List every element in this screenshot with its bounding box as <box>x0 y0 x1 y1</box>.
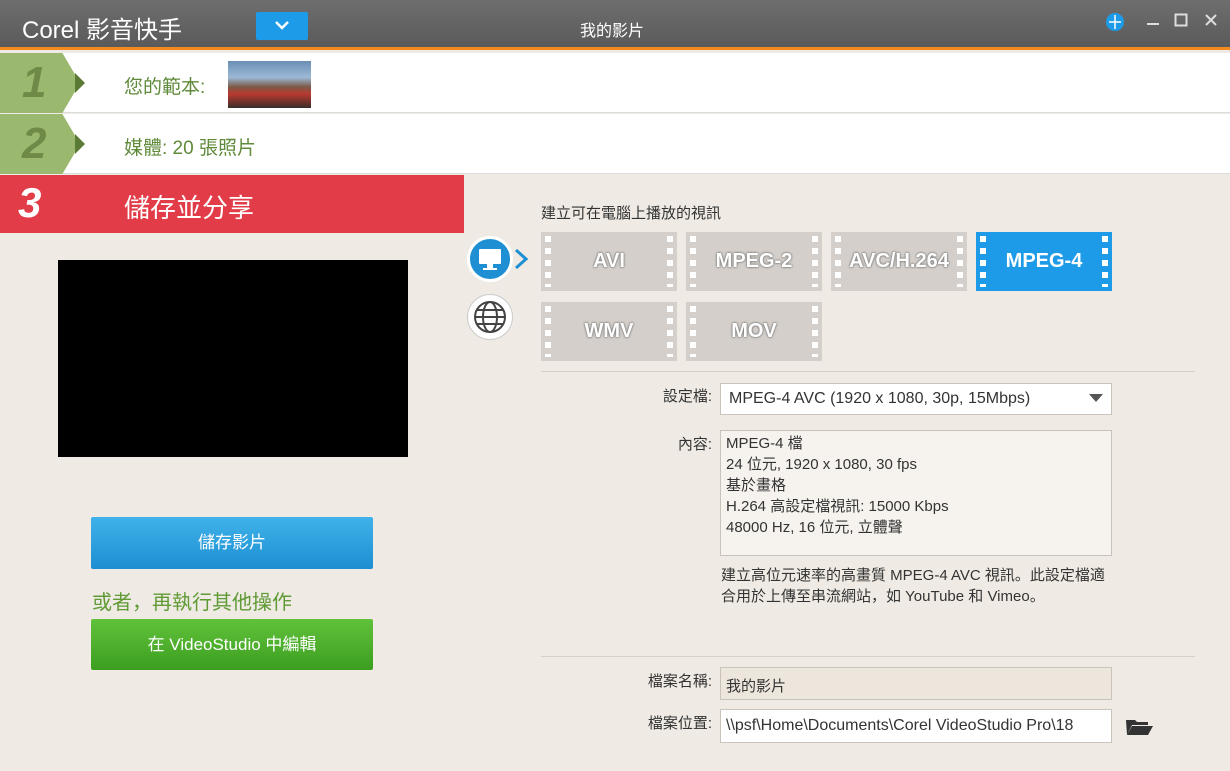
filename-label: 檔案名稱: <box>647 673 712 690</box>
format-mpeg4-button[interactable]: MPEG-4 <box>976 232 1112 291</box>
step-template-label: 您的範本: <box>124 77 206 98</box>
location-input[interactable]: \\psf\Home\Documents\Corel VideoStudio P… <box>720 709 1112 743</box>
app-title: Corel 影音快手 <box>22 17 183 44</box>
help-globe-icon[interactable] <box>1104 12 1126 34</box>
template-thumbnail[interactable] <box>228 61 311 108</box>
step-number: 1 <box>0 53 80 113</box>
format-wmv-button[interactable]: WMV <box>541 302 677 361</box>
step-save-share-header: 3 儲存並分享 <box>0 175 464 233</box>
computer-icon[interactable] <box>467 236 513 282</box>
location-label: 檔案位置: <box>647 715 712 732</box>
step-template-row[interactable]: 1 您的範本: <box>0 53 1230 113</box>
format-mov-button[interactable]: MOV <box>686 302 822 361</box>
format-avc-h264-button[interactable]: AVC/H.264 <box>831 232 967 291</box>
step-arrow-icon <box>75 73 85 93</box>
or-text: 或者，再執行其他操作 <box>92 592 292 614</box>
step-media-row[interactable]: 2 媒體: 20 張照片 <box>0 114 1230 174</box>
content-line: 48000 Hz, 16 位元, 立體聲 <box>726 519 903 536</box>
step-arrow-icon <box>75 134 85 154</box>
profile-select[interactable]: MPEG-4 AVC (1920 x 1080, 30p, 15Mbps) <box>720 383 1112 415</box>
divider <box>541 656 1195 657</box>
video-preview[interactable] <box>58 260 408 457</box>
step-number: 3 <box>18 179 42 226</box>
profile-value: MPEG-4 AVC (1920 x 1080, 30p, 15Mbps) <box>729 390 1031 407</box>
step-media-label: 媒體: 20 張照片 <box>124 138 256 159</box>
edit-in-videostudio-button[interactable]: 在 VideoStudio 中編輯 <box>91 619 373 670</box>
content-label: 內容: <box>677 436 712 453</box>
format-avi-button[interactable]: AVI <box>541 232 677 291</box>
profile-description: 建立高位元速率的高畫質 MPEG-4 AVC 視訊。此設定檔適合用於上傳至串流網… <box>721 567 1105 605</box>
close-button[interactable] <box>1200 12 1222 34</box>
menu-dropdown-button[interactable] <box>256 12 308 40</box>
content-info-box: MPEG-4 檔 24 位元, 1920 x 1080, 30 fps 基於畫格… <box>720 430 1112 556</box>
globe-icon[interactable] <box>467 294 513 340</box>
content-line: MPEG-4 檔 <box>726 435 803 452</box>
divider <box>541 371 1195 372</box>
step-save-share-label: 儲存並分享 <box>124 193 255 223</box>
format-mpeg2-button[interactable]: MPEG-2 <box>686 232 822 291</box>
content-line: 基於畫格 <box>726 477 787 494</box>
profile-label: 設定檔: <box>662 388 712 405</box>
window-title: 我的影片 <box>580 23 645 40</box>
filename-input[interactable]: 我的影片 <box>720 667 1112 700</box>
title-bar: Corel 影音快手 我的影片 <box>0 0 1230 50</box>
section-heading: 建立可在電腦上播放的視訊 <box>541 205 722 222</box>
step-number: 2 <box>0 114 80 174</box>
folder-open-icon[interactable] <box>1124 714 1154 738</box>
dropdown-arrow-icon <box>1089 394 1103 402</box>
save-movie-button[interactable]: 儲存影片 <box>91 517 373 569</box>
chevron-down-icon <box>275 21 289 30</box>
maximize-button[interactable] <box>1170 12 1192 34</box>
minimize-button[interactable] <box>1142 12 1164 34</box>
content-line: 24 位元, 1920 x 1080, 30 fps <box>726 456 917 473</box>
content-line: H.264 高設定檔視訊: 15000 Kbps <box>726 498 949 515</box>
chevron-right-icon <box>514 248 529 276</box>
